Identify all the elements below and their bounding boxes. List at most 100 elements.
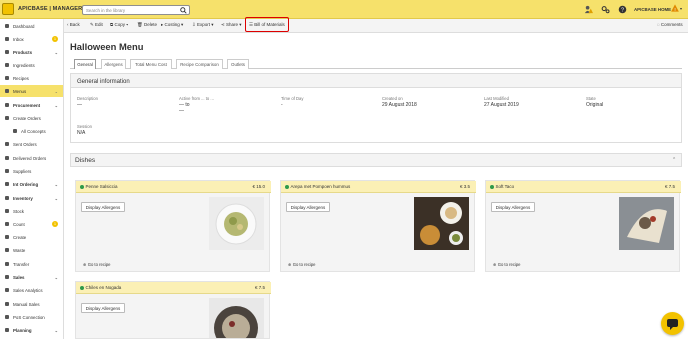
chevron-down-icon[interactable]: ⌄ [55,89,58,94]
back-button[interactable]: ‹ Back [67,22,80,27]
dish-name-text: Penne Salsiccia [85,184,118,189]
sb-manual-sales-icon [5,302,9,306]
dish-name[interactable]: Arepa met Pompoen hummus [285,184,350,189]
edit-button[interactable]: ✎ Edit [90,22,103,28]
sb-all-concepts-icon [13,129,17,133]
tab-general[interactable]: General [74,59,96,69]
export-button[interactable]: ⇩ Export ▾ [192,22,214,28]
dish-photo [209,298,264,338]
chevron-down-icon[interactable]: ⌄ [55,196,58,201]
sb-dashboard[interactable]: Dashboard [0,20,63,32]
dish-price: € 3.5 [459,184,470,189]
sb-transfer[interactable]: Transfer [0,258,63,270]
sb-count[interactable]: Count 1 [0,218,63,230]
dish-name[interactable]: Chiles en Nogada [80,285,121,290]
dish-name-text: Chiles en Nogada [85,285,122,290]
dish-name-text: Soft Taco [495,184,515,189]
sb-sales[interactable]: Sales ⌄ [0,271,63,283]
sb-inbox[interactable]: Inbox 1 [0,33,63,45]
apicbase-logo[interactable] [2,3,14,15]
tab-recipe-comparison[interactable]: Recipe Comparison [176,59,223,69]
chevron-down-icon[interactable]: ⌄ [55,182,58,187]
go-to-recipe-label: Go to recipe [497,262,521,267]
display-allergens-button[interactable]: Display Allergens [81,303,125,313]
bill-of-materials-highlight [245,17,289,32]
sb-pos-connection[interactable]: PoS Connection [0,311,63,323]
sidebar-item-label: Delivered Orders [13,155,47,161]
sidebar-item-label: Count [13,221,25,227]
dish-name-text: Arepa met Pompoen hummus [290,184,351,189]
warning-icon: ! [671,4,679,12]
sb-int-ordering[interactable]: Int Ordering ⌄ [0,178,63,190]
sb-planning[interactable]: Planning ⌄ [0,324,63,336]
sb-suppliers[interactable]: Suppliers [0,165,63,177]
sb-ingredients-icon [5,63,9,67]
sb-sales-analytics[interactable]: Sales Analytics [0,284,63,296]
sb-sent-orders[interactable]: Sent Orders [0,138,63,150]
sb-ingredients[interactable]: Ingredients [0,59,63,71]
settings-icon[interactable] [601,5,610,14]
apicbase-home-link[interactable]: APICBASE HOME [634,7,671,12]
sb-products[interactable]: Products ⌄ [0,46,63,58]
sb-procurement[interactable]: Procurement ⌄ [0,99,63,111]
chevron-down-icon[interactable]: ▾ [680,6,682,11]
sb-stock[interactable]: Stock [0,205,63,217]
vegetarian-icon [285,184,289,189]
dish-name[interactable]: Soft Taco [490,184,514,189]
go-to-recipe-link[interactable]: ⊕ Go to recipe [493,262,521,267]
dish-photo [414,197,469,250]
sidebar: Dashboard Inbox 1 Products ⌄ Ingredients Recip… [0,19,64,339]
sb-int-ordering-icon [5,182,9,186]
help-icon[interactable]: ? [618,5,627,14]
sb-pos-connection-icon [5,315,9,319]
sb-count-icon [5,222,9,226]
tab-outlets[interactable]: Outlets [227,59,249,69]
sb-delivered-orders[interactable]: Delivered Orders [0,152,63,164]
user-warning-icon[interactable] [584,5,593,14]
search-placeholder: Search in the library [86,8,126,13]
sb-waste[interactable]: Waste [0,244,63,256]
dishes-title: Dishes [75,157,96,164]
chat-button[interactable] [661,312,684,335]
display-allergens-button[interactable]: Display Allergens [286,202,330,212]
vegetarian-icon [80,285,84,290]
share-button[interactable]: ⋖ Share ▾ [221,22,242,28]
sidebar-item-label: Procurement [13,102,41,108]
sb-suppliers-icon [5,169,9,173]
chevron-down-icon[interactable]: ⌄ [55,103,58,108]
sb-sales-icon [5,275,9,279]
dishes-header[interactable] [70,153,682,167]
search-input[interactable]: Search in the library [82,5,190,15]
chevron-down-icon[interactable]: ⌄ [55,50,58,55]
sb-create-orders[interactable]: Create Orders [0,112,63,124]
delete-button[interactable]: 🗑 Delete [137,22,157,28]
costing-button[interactable]: ▸ Costing ▾ [161,22,183,28]
sb-create[interactable]: Create [0,231,63,243]
dish-header: Chiles en Nogada € 7.5 [76,282,271,294]
sb-recipes[interactable]: Recipes [0,72,63,84]
go-to-recipe-link[interactable]: ⊕ Go to recipe [83,262,111,267]
sb-manual-sales[interactable]: Manual Sales [0,298,63,310]
sidebar-item-label: Sales Analytics [13,287,43,293]
chevron-down-icon[interactable]: ⌄ [55,328,58,333]
tab-total-menu-cost[interactable]: Total Menu Cost [130,59,172,69]
go-to-recipe-link[interactable]: ⊕ Go to recipe [288,262,316,267]
general-info-card: General information Description — Active… [70,73,682,143]
display-allergens-button[interactable]: Display Allergens [81,202,125,212]
sb-all-concepts[interactable]: All Concepts [0,125,63,137]
tab-allergens[interactable]: Allergens [101,59,126,69]
sidebar-item-label: Dashboard [13,23,35,29]
comments-button[interactable]: ◌ Comments [657,22,683,27]
search-icon[interactable] [180,7,187,14]
dish-name[interactable]: Penne Salsiccia [80,184,118,189]
created-on-label: Created on [382,96,403,101]
action-toolbar: ‹ Back ✎ Edit ⧉ Copy ▾ 🗑 Delete ▸ Costin… [64,19,688,33]
chevron-up-icon[interactable]: ⌃ [672,157,676,163]
notification-badge: 1 [52,221,58,227]
display-allergens-button[interactable]: Display Allergens [491,202,535,212]
chevron-down-icon[interactable]: ⌄ [55,275,58,280]
copy-button[interactable]: ⧉ Copy ▾ [110,22,128,27]
sb-planning-icon [5,328,9,332]
sb-menus[interactable]: Menus ⌄ [0,85,63,97]
sb-inventory[interactable]: Inventory ⌄ [0,192,63,204]
